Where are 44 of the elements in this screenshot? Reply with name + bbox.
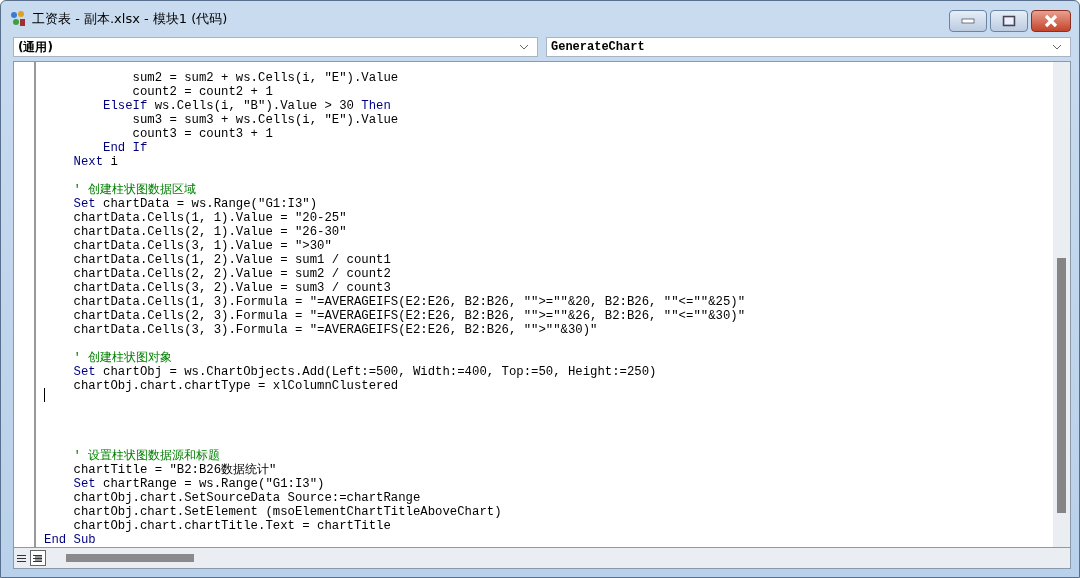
code-line: chartData.Cells(1, 1).Value = "20-25" xyxy=(72,211,347,225)
maximize-button[interactable] xyxy=(990,10,1028,32)
code-line: ElseIf ws.Cells(i, "B").Value > 30 Then xyxy=(102,99,391,113)
chevron-icon xyxy=(1052,44,1062,50)
code-line: chartData.Cells(2, 2).Value = sum2 / count2 xyxy=(72,267,391,281)
code-line: chartData.Cells(2, 1).Value = "26-30" xyxy=(72,225,347,239)
close-button[interactable] xyxy=(1031,10,1071,32)
code-line: chartData.Cells(2, 3).Formula = "=AVERAGEIFS(E2:E26, B2:B26, "">=""&26, B2:B26, ""<=""&30)" xyxy=(72,309,746,323)
module-view-button[interactable] xyxy=(30,550,46,566)
window-title: 工资表 - 副本.xlsx - 模块1 (代码) xyxy=(32,10,228,28)
code-line: Next i xyxy=(72,155,118,169)
code-line: chartData.Cells(3, 3).Formula = "=AVERAGEIFS(E2:E26, B2:B26, "">""&30)" xyxy=(72,323,598,337)
code-line: sum2 = sum2 + ws.Cells(i, "E").Value xyxy=(131,71,399,85)
code-line: chartData.Cells(3, 1).Value = ">30" xyxy=(72,239,332,253)
app-icon xyxy=(9,10,27,28)
lines-icon xyxy=(33,553,43,563)
code-line: count2 = count2 + 1 xyxy=(131,85,273,99)
code-line: ' 创建柱状图对象 xyxy=(72,351,173,365)
code-line: chartTitle = "B2:B26数据统计" xyxy=(72,463,277,477)
code-line: chartObj.chart.chartTitle.Text = chartTitle xyxy=(72,519,391,533)
maximize-icon xyxy=(1002,15,1016,27)
code-line: chartObj.chart.SetElement (msoElementChartTitleAboveChart) xyxy=(72,505,502,519)
code-line: sum3 = sum3 + ws.Cells(i, "E").Value xyxy=(131,113,399,127)
object-dropdown[interactable]: (通用) xyxy=(13,37,538,57)
code-line: Set chartRange = ws.Range("G1:I3") xyxy=(72,477,325,491)
code-line: chartObj.chart.SetSourceData Source:=chartRange xyxy=(72,491,421,505)
code-line: ' 创建柱状图数据区域 xyxy=(72,183,197,197)
code-line: chartObj.chart.chartType = xlColumnClustered xyxy=(72,379,399,393)
vertical-scrollbar[interactable] xyxy=(1053,62,1070,547)
code-line: ' 设置柱状图数据源和标题 xyxy=(72,449,221,463)
procedure-dropdown[interactable]: GenerateChart xyxy=(546,37,1071,57)
lines-icon xyxy=(17,553,27,563)
code-line: chartData.Cells(1, 2).Value = sum1 / count1 xyxy=(72,253,391,267)
minimize-button[interactable] xyxy=(949,10,987,32)
code-line: Set chartObj = ws.ChartObjects.Add(Left:=500, Width:=400, Top:=50, Height:=250) xyxy=(72,365,657,379)
code-line: End Sub xyxy=(44,533,96,547)
code-line: chartData.Cells(3, 2).Value = sum3 / count3 xyxy=(72,281,391,295)
close-icon xyxy=(1043,14,1059,28)
code-line: End If xyxy=(102,141,148,155)
chevron-icon xyxy=(519,44,529,50)
code-line: chartData.Cells(1, 3).Formula = "=AVERAGEIFS(E2:E26, B2:B26, "">=""&20, B2:B26, ""<=""&25)" xyxy=(72,295,746,309)
code-line: count3 = count3 + 1 xyxy=(131,127,273,141)
code-line: Set chartData = ws.Range("G1:I3") xyxy=(72,197,318,211)
minimize-icon xyxy=(961,18,975,24)
